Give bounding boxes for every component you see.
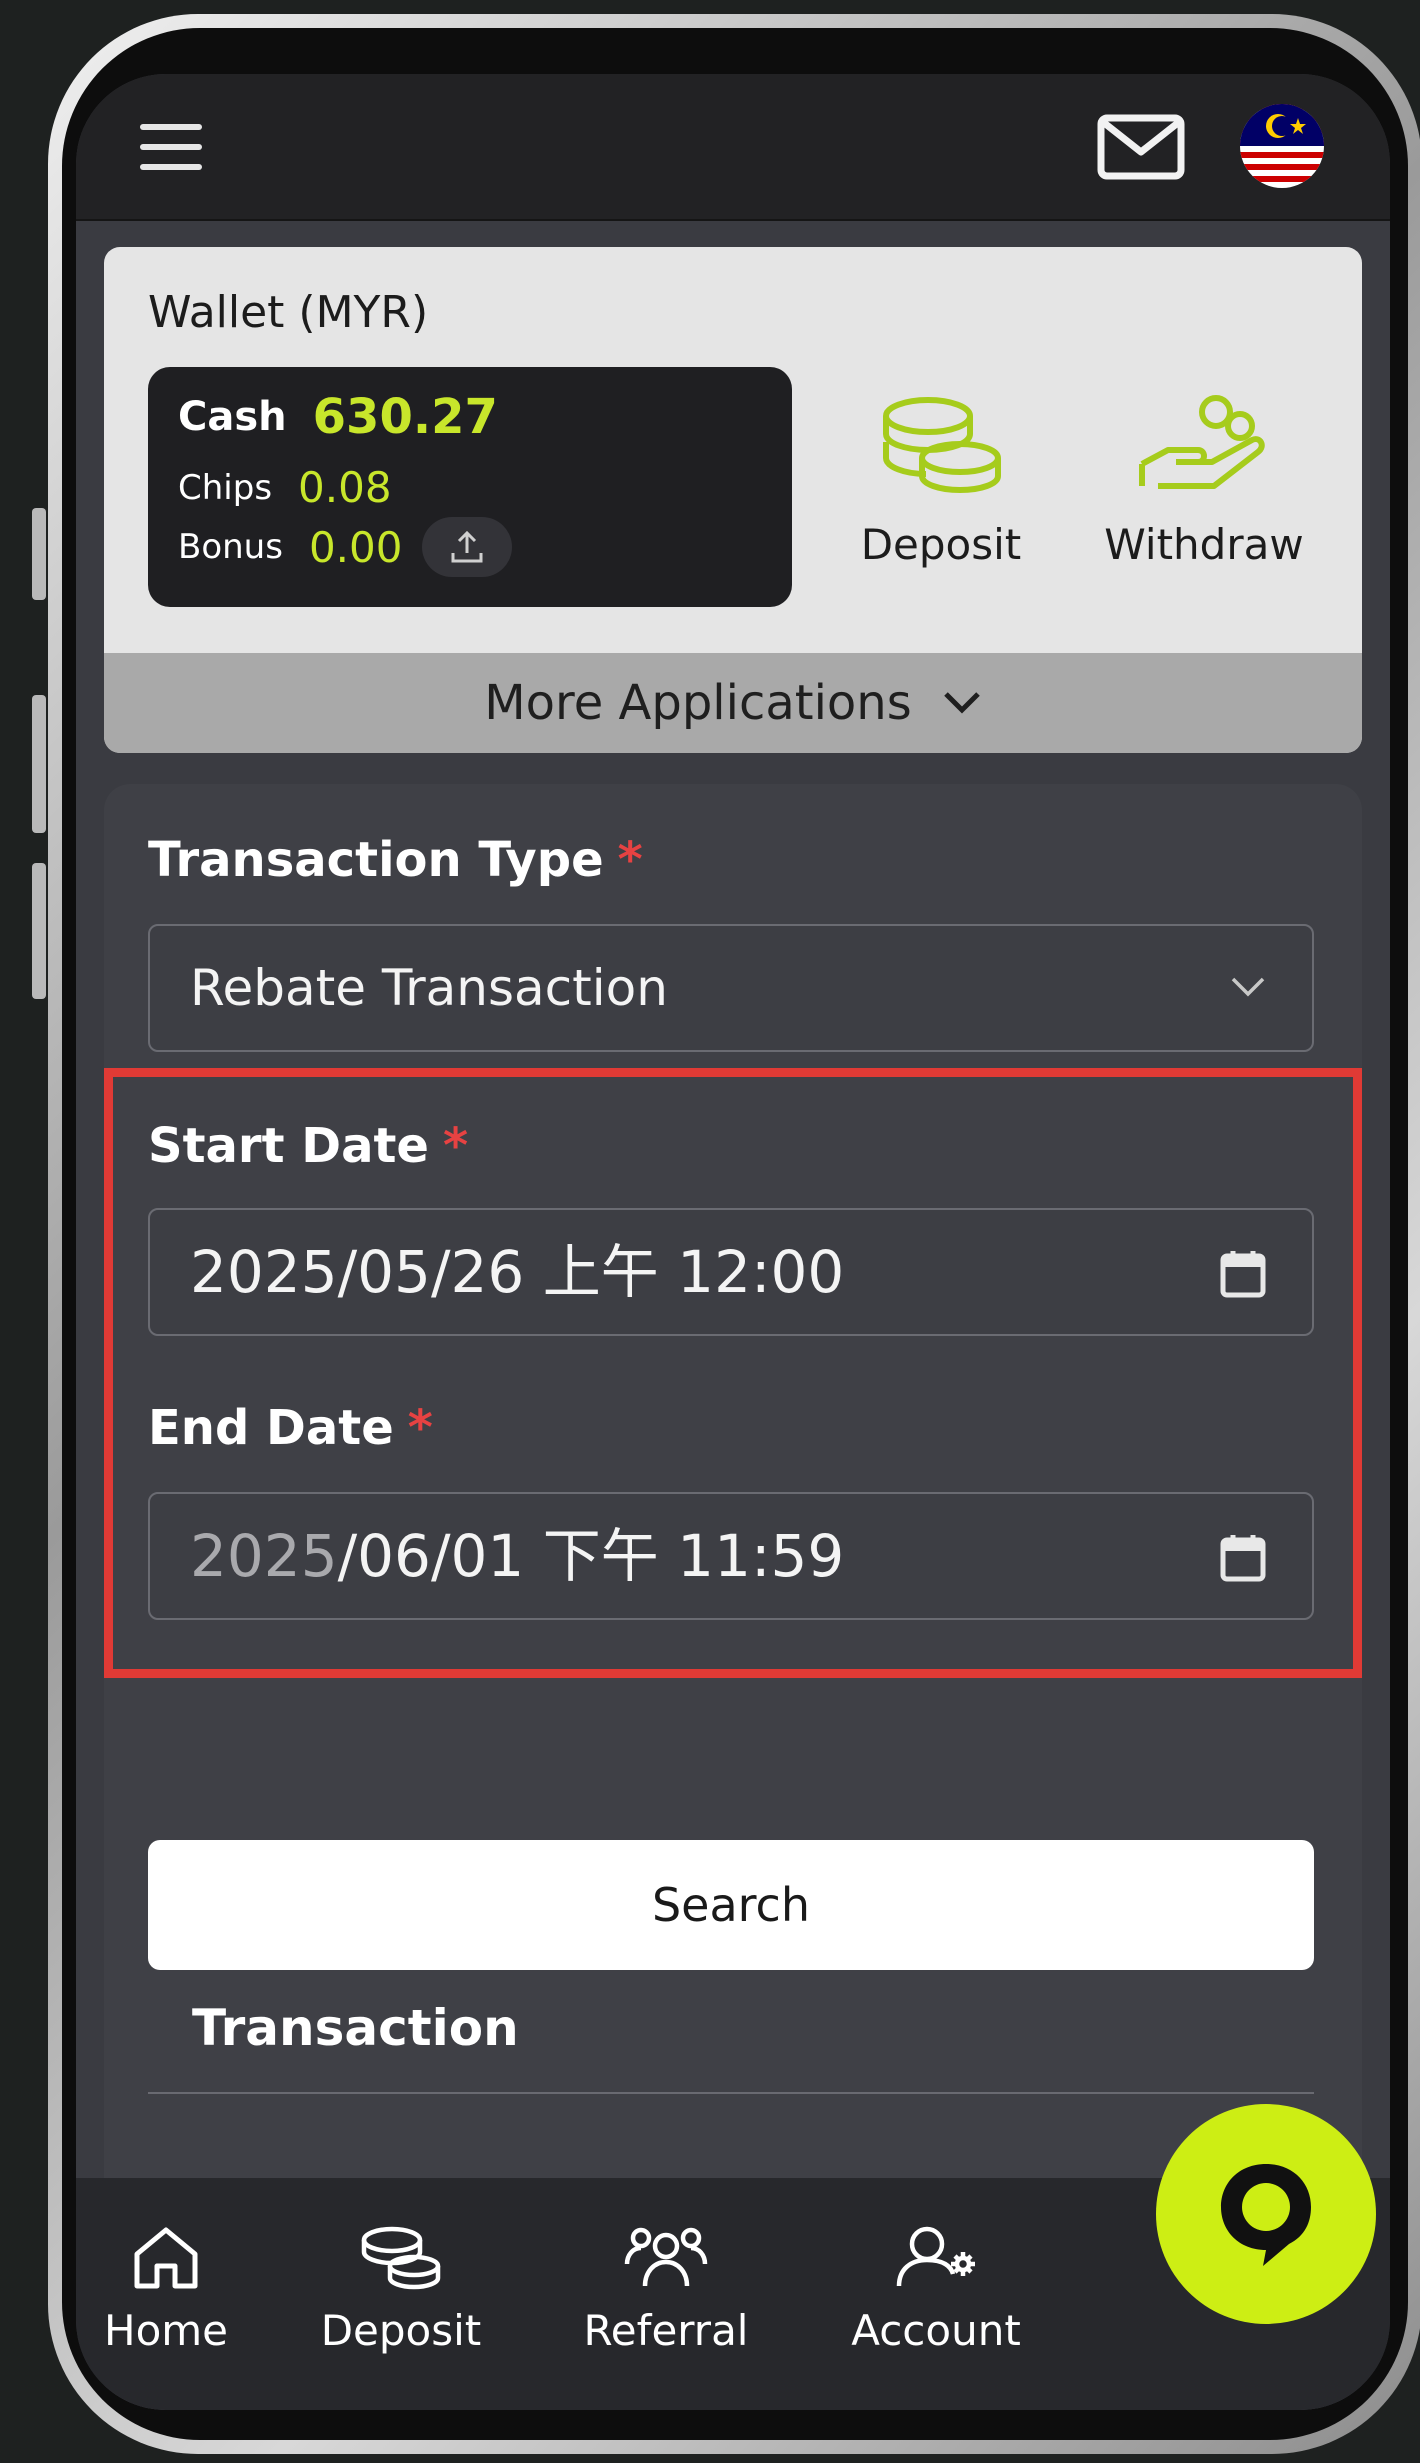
wallet-card: Wallet (MYR) Cash 630.27 Chips 0.08 Bonu… xyxy=(104,247,1362,753)
nav-account-label: Account xyxy=(851,2306,1021,2355)
calendar-icon[interactable] xyxy=(1220,1250,1266,1298)
coins-icon xyxy=(361,2226,441,2290)
phone-side-button xyxy=(32,863,46,999)
search-button[interactable]: Search xyxy=(148,1840,1314,1970)
chevron-down-icon xyxy=(1231,977,1265,997)
more-applications-toggle[interactable]: More Applications xyxy=(104,653,1362,753)
menu-icon[interactable] xyxy=(140,124,202,170)
nav-referral-label: Referral xyxy=(583,2306,749,2355)
balance-box: Cash 630.27 Chips 0.08 Bonus 0.00 xyxy=(148,367,792,607)
deposit-action-button[interactable]: Deposit xyxy=(846,392,1036,569)
start-date-label: Start Date * xyxy=(148,1118,469,1174)
chat-icon xyxy=(1221,2164,1311,2266)
end-date-label: End Date * xyxy=(148,1400,433,1456)
nav-referral[interactable]: Referral xyxy=(546,2224,786,2355)
end-date-value: 2025/06/01 下午 11:59 xyxy=(190,1494,844,1618)
withdraw-action-label: Withdraw xyxy=(1104,520,1304,569)
start-date-input[interactable]: 2025/05/26 上午 12:00 xyxy=(148,1208,1314,1336)
mail-icon[interactable] xyxy=(1097,114,1185,180)
app-screen: Wallet (MYR) Cash 630.27 Chips 0.08 Bonu… xyxy=(76,74,1390,2410)
home-icon xyxy=(134,2227,198,2289)
transaction-section-title: Transaction xyxy=(192,1999,519,2057)
deposit-action-label: Deposit xyxy=(860,520,1022,569)
cash-value: 630.27 xyxy=(312,389,498,445)
bonus-row: Bonus 0.00 xyxy=(178,517,513,577)
transaction-type-select[interactable]: Rebate Transaction xyxy=(148,924,1314,1052)
nav-home[interactable]: Home xyxy=(76,2224,256,2355)
chips-value: 0.08 xyxy=(298,463,392,512)
nav-home-label: Home xyxy=(103,2306,229,2355)
chips-label: Chips xyxy=(178,467,273,508)
wallet-title: Wallet (MYR) xyxy=(148,287,429,338)
cash-label: Cash xyxy=(178,394,287,440)
live-chat-button[interactable] xyxy=(1156,2104,1376,2324)
start-date-value: 2025/05/26 上午 12:00 xyxy=(190,1238,845,1306)
transaction-type-label: Transaction Type * xyxy=(148,832,643,888)
hand-coins-icon xyxy=(1139,395,1265,489)
withdraw-action-button[interactable]: Withdraw xyxy=(1084,392,1324,569)
phone-side-button xyxy=(32,695,46,833)
required-mark: * xyxy=(617,832,643,888)
referral-icon xyxy=(624,2227,708,2287)
top-bar xyxy=(76,74,1390,221)
required-mark: * xyxy=(442,1118,469,1174)
transaction-type-value: Rebate Transaction xyxy=(190,959,668,1017)
phone-side-button xyxy=(32,508,46,600)
end-date-input[interactable]: 2025/06/01 下午 11:59 xyxy=(148,1492,1314,1620)
required-mark: * xyxy=(407,1400,433,1456)
cash-row: Cash 630.27 xyxy=(178,389,498,445)
chevron-down-icon xyxy=(943,692,980,714)
bonus-label: Bonus xyxy=(178,527,283,567)
malaysia-flag-icon[interactable] xyxy=(1240,104,1324,188)
upload-icon xyxy=(451,530,483,563)
coins-icon xyxy=(883,397,1001,494)
nav-account[interactable]: Account xyxy=(816,2224,1056,2355)
calendar-icon[interactable] xyxy=(1220,1534,1266,1582)
account-icon xyxy=(896,2226,975,2287)
nav-deposit-label: Deposit xyxy=(320,2306,482,2355)
end-date-rest: /06/01 下午 11:59 xyxy=(337,1522,845,1590)
bonus-value: 0.00 xyxy=(308,522,403,572)
end-date-year: 2025 xyxy=(190,1522,338,1590)
section-divider xyxy=(148,2092,1314,2094)
bonus-transfer-button[interactable] xyxy=(422,517,513,577)
more-applications-label: More Applications xyxy=(484,675,912,731)
chips-row: Chips 0.08 xyxy=(178,463,392,512)
nav-deposit[interactable]: Deposit xyxy=(291,2224,511,2355)
